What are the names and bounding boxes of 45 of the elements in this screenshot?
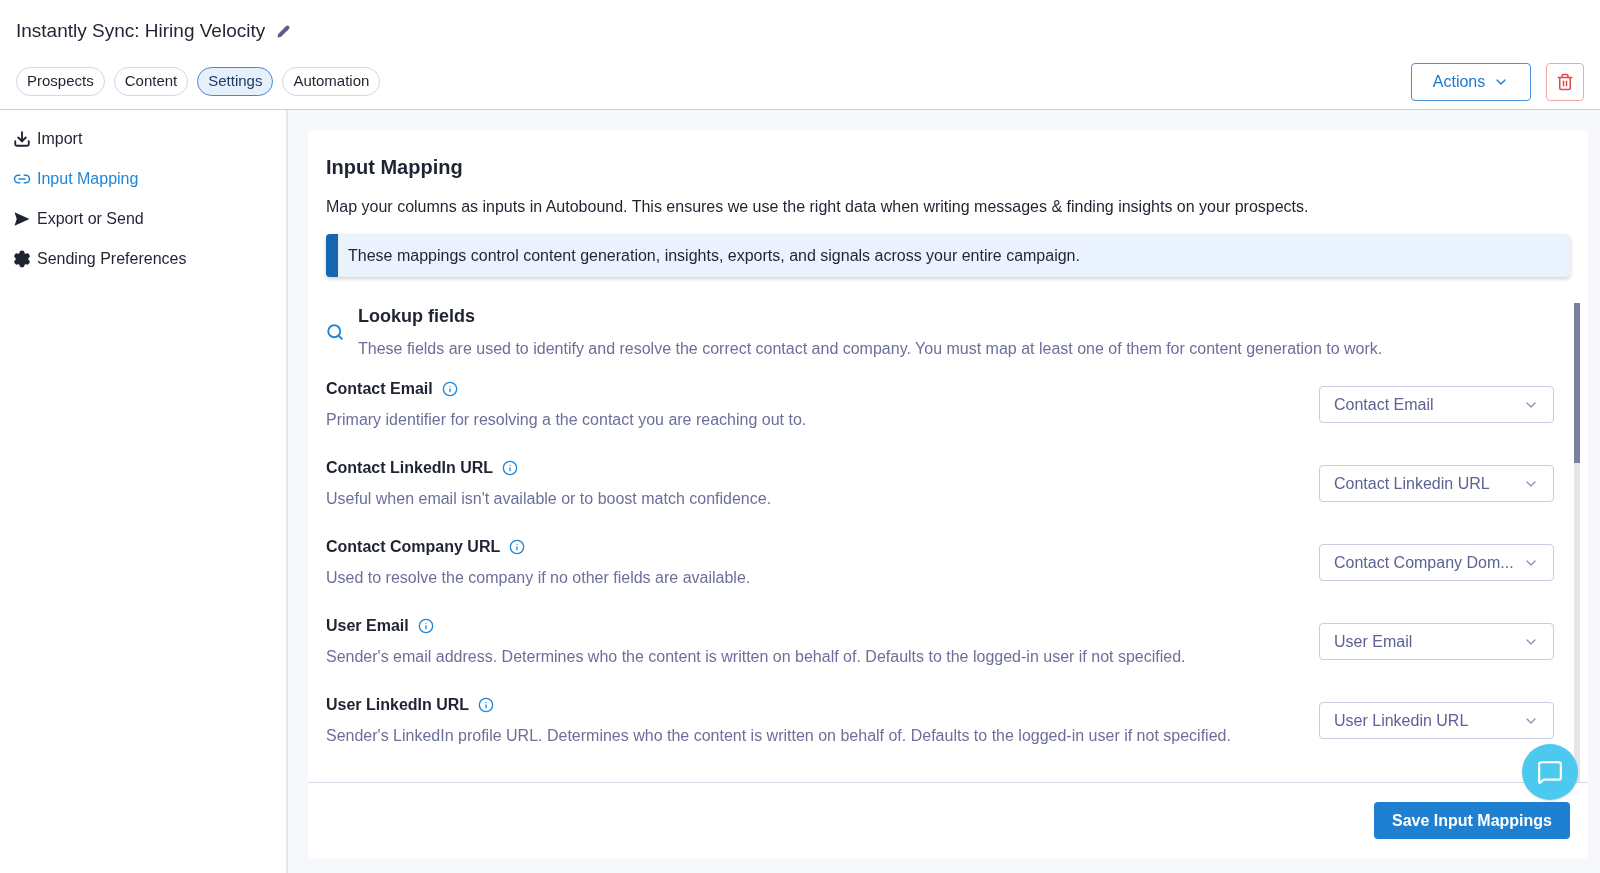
mapping-dropdown[interactable]: Contact Company Dom... (1319, 544, 1554, 581)
sidebar-item[interactable]: Export or Send (13, 208, 286, 230)
gear-icon (13, 250, 31, 268)
field-label: User LinkedIn URL (326, 695, 470, 715)
panel-title: Input Mapping (326, 155, 464, 180)
send-icon (13, 210, 31, 228)
edit-icon[interactable] (277, 24, 291, 38)
field-label: Contact Email (326, 379, 433, 399)
tab[interactable]: Content (113, 67, 189, 96)
mapping-dropdown[interactable]: Contact Email (1319, 386, 1554, 423)
panel-description: Map your columns as inputs in Autobound. This ensures we use the right data when writing messages & finding insights on your prospects. (326, 197, 1310, 217)
field-label: User Email (326, 616, 409, 636)
notice-banner: These mappings control content generation, insights, exports, and signals across your entire campaign. (326, 234, 1570, 277)
page-title: Instantly Sync: Hiring Velocity (16, 19, 266, 43)
info-icon[interactable] (502, 460, 519, 476)
tab[interactable]: Settings (197, 67, 274, 96)
field-description: Sender's LinkedIn profile URL. Determines who the content is written on behalf of. Defaults to the logged-in user if not specified. (326, 726, 1232, 746)
info-icon[interactable] (509, 539, 526, 555)
trash-icon (1556, 72, 1574, 91)
mapping-dropdown[interactable]: User Linkedin URL (1319, 702, 1554, 739)
field-description: Useful when email isn't available or to boost match confidence. (326, 489, 773, 509)
info-icon[interactable] (441, 381, 458, 397)
field-description: Sender's email address. Determines who the content is written on behalf of. Defaults to the logged-in user if not specified. (326, 647, 1187, 667)
delete-button[interactable] (1546, 62, 1584, 101)
chat-icon (1537, 759, 1563, 785)
mapping-dropdown[interactable]: User Email (1319, 623, 1554, 660)
info-icon[interactable] (417, 618, 434, 634)
field-label: Contact Company URL (326, 537, 501, 557)
download-icon (13, 130, 31, 148)
info-icon[interactable] (478, 697, 495, 713)
actions-button[interactable]: Actions (1411, 62, 1531, 101)
tab[interactable]: Automation (282, 67, 381, 96)
field-description: Primary identifier for resolving a the contact you are reaching out to. (326, 410, 808, 430)
sidebar-item[interactable]: Sending Preferences (13, 248, 286, 270)
scrollbar-thumb[interactable] (1574, 303, 1580, 463)
field-description: Used to resolve the company if no other fields are available. (326, 568, 752, 588)
mapping-dropdown[interactable]: Contact Linkedin URL (1319, 465, 1554, 502)
sidebar-item[interactable]: Import (13, 128, 286, 150)
section-description: These fields are used to identify and resolve the correct contact and company. You must map at least one of them for content generation to work. (358, 339, 1383, 359)
section-title: Lookup fields (358, 305, 476, 328)
field-label: Contact LinkedIn URL (326, 458, 494, 478)
save-button[interactable]: Save Input Mappings (1374, 802, 1570, 839)
search-icon (326, 323, 344, 341)
sidebar-item[interactable]: Input Mapping (13, 168, 286, 190)
tab[interactable]: Prospects (16, 67, 105, 96)
